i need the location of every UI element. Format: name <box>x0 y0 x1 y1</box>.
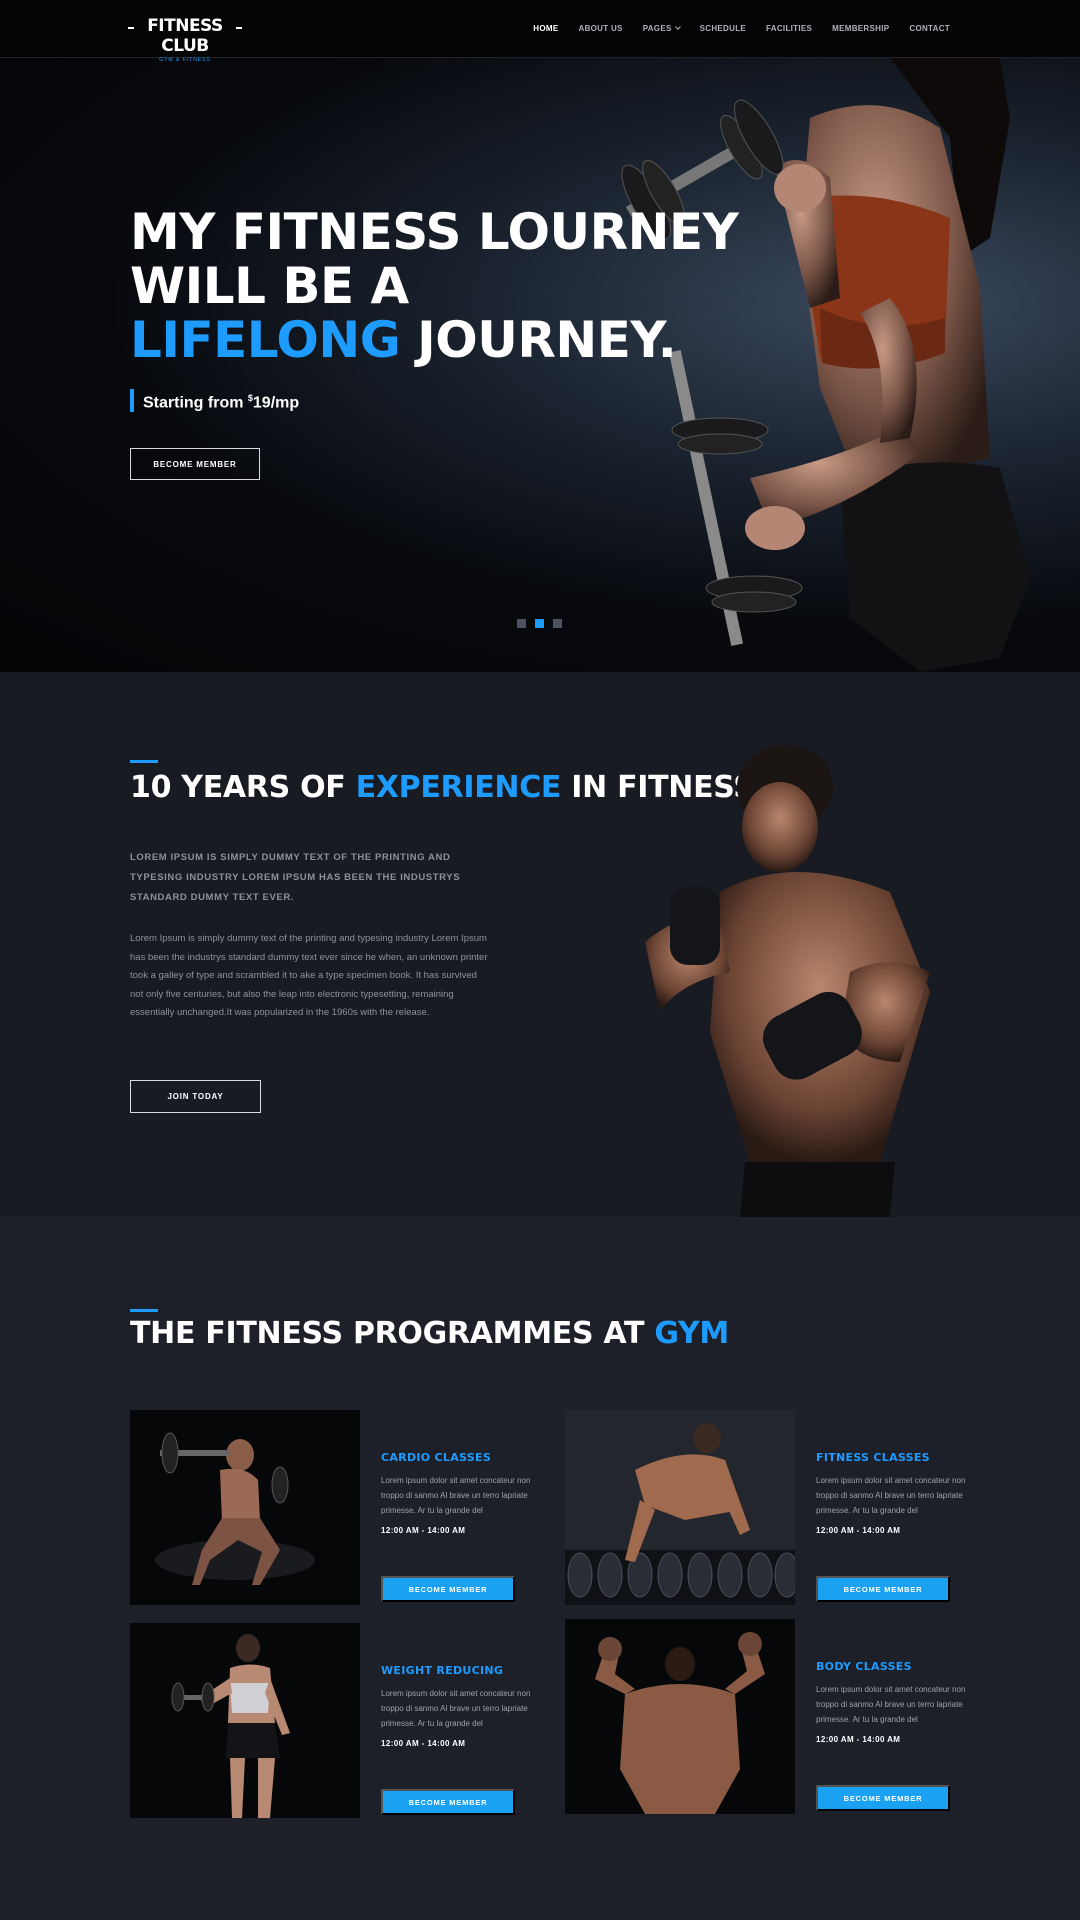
nav-item-about-us[interactable]: ABOUT US <box>579 24 623 33</box>
hero-headline-line-2: WILL BE A <box>130 257 409 315</box>
become-member-button[interactable]: BECOME MEMBER <box>816 1785 950 1811</box>
experience-lead-text: LOREM IPSUM IS SIMPLY DUMMY TEXT OF THE … <box>130 852 461 903</box>
programmes-heading-highlight: GYM <box>654 1316 729 1351</box>
slider-dot-2[interactable] <box>535 619 544 628</box>
programmes-section: THE FITNESS PROGRAMMES AT GYM CARDIO CLA… <box>0 1217 1080 1920</box>
hero-slider: MY FITNESS LOURNEY WILL BE A LIFELONG JO… <box>0 58 1080 672</box>
body-classes-image <box>565 1619 795 1814</box>
slider-dot-3[interactable] <box>553 619 562 628</box>
programmes-heading-pre: THE FITNESS PROGRAMMES AT <box>130 1316 655 1351</box>
card-title: FITNESS CLASSES <box>816 1451 930 1464</box>
programme-card-body-classes: BODY CLASSES Lorem ipsum dolor sit amet … <box>565 1619 975 1814</box>
nav-item-pages[interactable]: PAGES <box>642 24 681 33</box>
programmes-heading: THE FITNESS PROGRAMMES AT GYM <box>130 1316 729 1351</box>
section-accent-line <box>130 760 158 763</box>
section-accent-line <box>130 1309 158 1312</box>
boxer-image <box>645 745 930 1217</box>
price-amount: 19/mp <box>252 394 300 412</box>
body-classes-card-body: BODY CLASSES Lorem ipsum dolor sit amet … <box>816 1619 976 1744</box>
hero-headline-line-3: LIFELONG JOURNEY. <box>130 313 738 367</box>
card-time: 12:00 AM - 14:00 AM <box>381 1739 466 1748</box>
fitness-card-body: FITNESS CLASSES Lorem ipsum dolor sit am… <box>816 1410 976 1535</box>
card-time: 12:00 AM - 14:00 AM <box>381 1526 466 1535</box>
programme-card-fitness: FITNESS CLASSES Lorem ipsum dolor sit am… <box>565 1410 975 1605</box>
card-title: WEIGHT REDUCING <box>381 1664 504 1677</box>
weight-reducing-image <box>130 1623 360 1818</box>
card-text: Lorem ipsum dolor sit amet concateur non… <box>381 1476 531 1515</box>
experience-heading-highlight: EXPERIENCE <box>355 770 562 805</box>
nav-item-schedule[interactable]: SCHEDULE <box>700 24 746 33</box>
slider-dot-1[interactable] <box>517 619 526 628</box>
logo-tagline: GYM & FITNESS <box>159 57 211 63</box>
card-text: Lorem ipsum dolor sit amet concateur non… <box>816 1685 966 1724</box>
top-navbar: FITNESS CLUB GYM & FITNESS HOME ABOUT US… <box>0 0 1080 63</box>
nav-item-pages-label: PAGES <box>642 24 672 33</box>
slider-pagination <box>517 619 562 628</box>
join-today-button[interactable]: JOIN TODAY <box>130 1080 261 1113</box>
card-time: 12:00 AM - 14:00 AM <box>816 1526 901 1535</box>
card-title: CARDIO CLASSES <box>381 1451 492 1464</box>
logo-text: FITNESS CLUB <box>147 16 223 56</box>
hero-become-member-button[interactable]: BECOME MEMBER <box>130 448 260 480</box>
programme-card-cardio: CARDIO CLASSES Lorem ipsum dolor sit ame… <box>130 1410 540 1605</box>
site-logo[interactable]: FITNESS CLUB GYM & FITNESS <box>128 16 242 63</box>
experience-heading-pre: 10 YEARS OF <box>130 770 356 805</box>
main-menu: HOME ABOUT US PAGES SCHEDULE FACILITIES … <box>533 24 950 33</box>
experience-section: 10 YEARS OF EXPERIENCE IN FITNESS LOREM … <box>0 672 1080 1217</box>
weight-reducing-card-body: WEIGHT REDUCING Lorem ipsum dolor sit am… <box>381 1623 541 1748</box>
logo-dash-left <box>128 27 134 29</box>
nav-item-membership[interactable]: MEMBERSHIP <box>832 24 889 33</box>
chevron-down-icon <box>674 24 681 30</box>
nav-item-contact[interactable]: CONTACT <box>909 24 950 33</box>
hero-headline-line-3-rest: JOURNEY. <box>400 311 677 369</box>
card-text: Lorem ipsum dolor sit amet concateur non… <box>816 1476 966 1515</box>
price-prefix: Starting from <box>143 394 248 412</box>
cardio-classes-image <box>130 1410 360 1605</box>
become-member-button[interactable]: BECOME MEMBER <box>381 1789 515 1815</box>
nav-item-facilities[interactable]: FACILITIES <box>766 24 812 33</box>
hero-headline: MY FITNESS LOURNEY WILL BE A LIFELONG JO… <box>130 203 739 367</box>
cardio-card-body: CARDIO CLASSES Lorem ipsum dolor sit ame… <box>381 1410 541 1535</box>
fitness-classes-image <box>565 1410 795 1605</box>
logo-dash-right <box>236 27 242 29</box>
card-text: Lorem ipsum dolor sit amet concateur non… <box>381 1689 531 1728</box>
card-title: BODY CLASSES <box>816 1660 912 1673</box>
hero-headline-line-1: MY FITNESS LOURNEY <box>130 203 739 261</box>
hero-headline-highlight: LIFELONG <box>130 311 401 369</box>
become-member-button[interactable]: BECOME MEMBER <box>816 1576 950 1602</box>
programme-card-weight-reducing: WEIGHT REDUCING Lorem ipsum dolor sit am… <box>130 1623 540 1818</box>
hero-price-tagline: Starting from $19/mp <box>130 389 300 413</box>
card-time: 12:00 AM - 14:00 AM <box>816 1735 901 1744</box>
experience-body-text: Lorem Ipsum is simply dummy text of the … <box>130 933 488 1018</box>
nav-item-home[interactable]: HOME <box>533 24 558 33</box>
become-member-button[interactable]: BECOME MEMBER <box>381 1576 515 1602</box>
